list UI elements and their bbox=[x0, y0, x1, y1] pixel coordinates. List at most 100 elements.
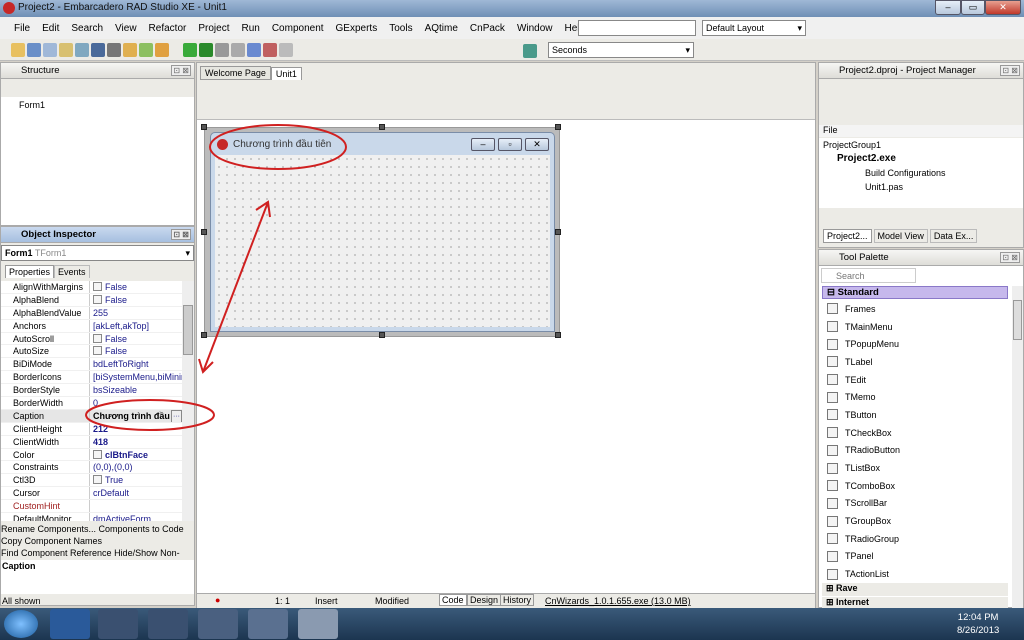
debug-icon[interactable] bbox=[198, 43, 213, 57]
pin-icon[interactable]: ⊡ ⊠ bbox=[171, 65, 191, 76]
property-value[interactable]: 212 bbox=[90, 423, 182, 435]
menu-tools[interactable]: Tools bbox=[383, 23, 418, 34]
resize-handle[interactable] bbox=[379, 332, 385, 338]
menu-file[interactable]: File bbox=[8, 23, 36, 34]
property-row[interactable]: BorderStyle bsSizeable bbox=[1, 384, 182, 398]
property-row[interactable]: AlphaBlend False bbox=[1, 293, 182, 307]
run-icon[interactable] bbox=[182, 43, 197, 57]
checkbox[interactable] bbox=[93, 346, 102, 356]
property-value[interactable]: False bbox=[90, 333, 182, 345]
menu-window[interactable]: Window bbox=[511, 23, 559, 34]
tab-data-explorer[interactable]: Data Ex... bbox=[929, 229, 978, 243]
menu-aqtime[interactable]: AQtime bbox=[419, 23, 464, 34]
pin-icon[interactable]: ⊡ ⊠ bbox=[1000, 252, 1020, 263]
property-row[interactable]: ClientWidth 418 bbox=[1, 435, 182, 449]
checkbox[interactable] bbox=[93, 449, 102, 459]
palette-item[interactable]: TScrollBar bbox=[819, 495, 1011, 513]
property-row[interactable]: DefaultMonitor dmActiveForm bbox=[1, 513, 182, 521]
tab-model-view[interactable]: Model View bbox=[873, 229, 928, 243]
tree-item-form1[interactable]: Form1 bbox=[19, 100, 45, 110]
property-value[interactable]: 418 bbox=[90, 436, 182, 448]
menu-refactor[interactable]: Refactor bbox=[143, 23, 193, 34]
palette-item[interactable]: TListBox bbox=[819, 459, 1011, 477]
palette-search[interactable]: Search bbox=[821, 268, 916, 283]
palette-item[interactable]: TCheckBox bbox=[819, 424, 1011, 442]
property-value[interactable]: Chương trình đầu ··· bbox=[90, 409, 182, 422]
property-value[interactable]: False bbox=[90, 294, 182, 306]
maximize-button[interactable]: ▭ bbox=[961, 0, 985, 15]
open-icon[interactable] bbox=[27, 43, 41, 57]
tree-project-exe[interactable]: Project2.exe bbox=[819, 152, 1023, 166]
layout-combo[interactable]: Default Layout ▾ bbox=[702, 20, 806, 36]
menu-edit[interactable]: Edit bbox=[36, 23, 65, 34]
tree-project-group[interactable]: ProjectGroup1 bbox=[819, 138, 1023, 152]
tab-unit1[interactable]: Unit1 bbox=[270, 67, 302, 80]
folder-icon[interactable] bbox=[123, 43, 137, 57]
cnwizards-link[interactable]: CnWizards_1.0.1.655.exe (13.0 MB) bbox=[545, 596, 691, 606]
menu-search[interactable]: Search bbox=[65, 23, 109, 34]
palette-item[interactable]: TRadioGroup bbox=[819, 530, 1011, 548]
property-row[interactable]: CustomHint bbox=[1, 500, 182, 514]
palette-item[interactable]: Frames bbox=[819, 300, 1011, 318]
resize-handle[interactable] bbox=[555, 332, 561, 338]
clock[interactable]: 12:04 PM 8/26/2013 bbox=[957, 611, 999, 637]
record-icon[interactable]: ● bbox=[215, 595, 220, 605]
taskbar-media-player[interactable] bbox=[98, 609, 138, 639]
add-icon[interactable] bbox=[59, 43, 73, 57]
minimize-button[interactable]: – bbox=[935, 0, 961, 15]
unnamed-combo[interactable] bbox=[578, 20, 696, 36]
checkbox[interactable] bbox=[93, 294, 102, 304]
book-icon[interactable] bbox=[523, 44, 537, 58]
palette-item[interactable]: TActionList bbox=[819, 565, 1011, 583]
property-row[interactable]: Caption Chương trình đầu ··· bbox=[1, 409, 182, 423]
palette-item[interactable]: TMainMenu bbox=[819, 318, 1011, 336]
tab-code[interactable]: Code bbox=[439, 594, 467, 606]
checkbox[interactable] bbox=[93, 333, 102, 343]
property-value[interactable]: 0 bbox=[90, 397, 182, 409]
property-value[interactable] bbox=[90, 500, 182, 512]
menu-view[interactable]: View bbox=[109, 23, 143, 34]
menu-project[interactable]: Project bbox=[192, 23, 235, 34]
property-row[interactable]: AutoScroll False bbox=[1, 332, 182, 346]
taskbar-ie[interactable] bbox=[50, 609, 90, 639]
category-rave[interactable]: ⊞ Rave bbox=[822, 583, 1008, 596]
menu-component[interactable]: Component bbox=[266, 23, 330, 34]
close-button[interactable]: ✕ bbox=[985, 0, 1021, 15]
property-row[interactable]: AlignWithMargins False bbox=[1, 281, 182, 294]
property-row[interactable]: Anchors [akLeft,akTop] bbox=[1, 319, 182, 333]
resize-handle[interactable] bbox=[555, 229, 561, 235]
menu-run[interactable]: Run bbox=[235, 23, 265, 34]
property-value[interactable]: crDefault bbox=[90, 487, 182, 499]
stop-icon[interactable] bbox=[230, 43, 245, 57]
tree-build-configurations[interactable]: Build Configurations bbox=[819, 166, 1023, 180]
action-rename-components[interactable]: Rename Components... Components to Code bbox=[1, 523, 194, 535]
window-icon[interactable] bbox=[43, 43, 57, 57]
taskbar-chrome[interactable] bbox=[148, 609, 188, 639]
palette-item[interactable]: TComboBox bbox=[819, 477, 1011, 495]
pin-icon[interactable]: ⊡ ⊠ bbox=[1000, 65, 1020, 76]
resize-handle[interactable] bbox=[555, 124, 561, 130]
resize-handle[interactable] bbox=[379, 124, 385, 130]
open-project-icon[interactable] bbox=[75, 43, 89, 57]
property-value[interactable]: False bbox=[90, 345, 182, 357]
palette-item[interactable]: TButton bbox=[819, 406, 1011, 424]
new-icon[interactable] bbox=[11, 43, 25, 57]
action-copy-names[interactable]: Copy Component Names bbox=[1, 535, 194, 547]
add-file-icon[interactable] bbox=[139, 43, 153, 57]
property-scrollbar[interactable] bbox=[182, 281, 194, 521]
menu-gexperts[interactable]: GExperts bbox=[330, 23, 384, 34]
property-row[interactable]: AlphaBlendValue 255 bbox=[1, 306, 182, 320]
save-icon[interactable] bbox=[91, 43, 105, 57]
property-value[interactable]: (0,0),(0,0) bbox=[90, 461, 182, 473]
palette-item[interactable]: TRadioButton bbox=[819, 442, 1011, 460]
palette-item[interactable]: TLabel bbox=[819, 353, 1011, 371]
palette-item[interactable]: TPanel bbox=[819, 548, 1011, 566]
taskbar-rad-studio[interactable] bbox=[298, 609, 338, 639]
pin-icon[interactable]: ⊡ ⊠ bbox=[171, 229, 191, 240]
seconds-combo[interactable]: Seconds ▾ bbox=[548, 42, 694, 58]
resize-handle[interactable] bbox=[201, 229, 207, 235]
palette-item[interactable]: TGroupBox bbox=[819, 512, 1011, 530]
property-value[interactable]: [akLeft,akTop] bbox=[90, 320, 182, 332]
property-row[interactable]: Cursor crDefault bbox=[1, 487, 182, 501]
tab-project[interactable]: Project2... bbox=[823, 229, 872, 243]
